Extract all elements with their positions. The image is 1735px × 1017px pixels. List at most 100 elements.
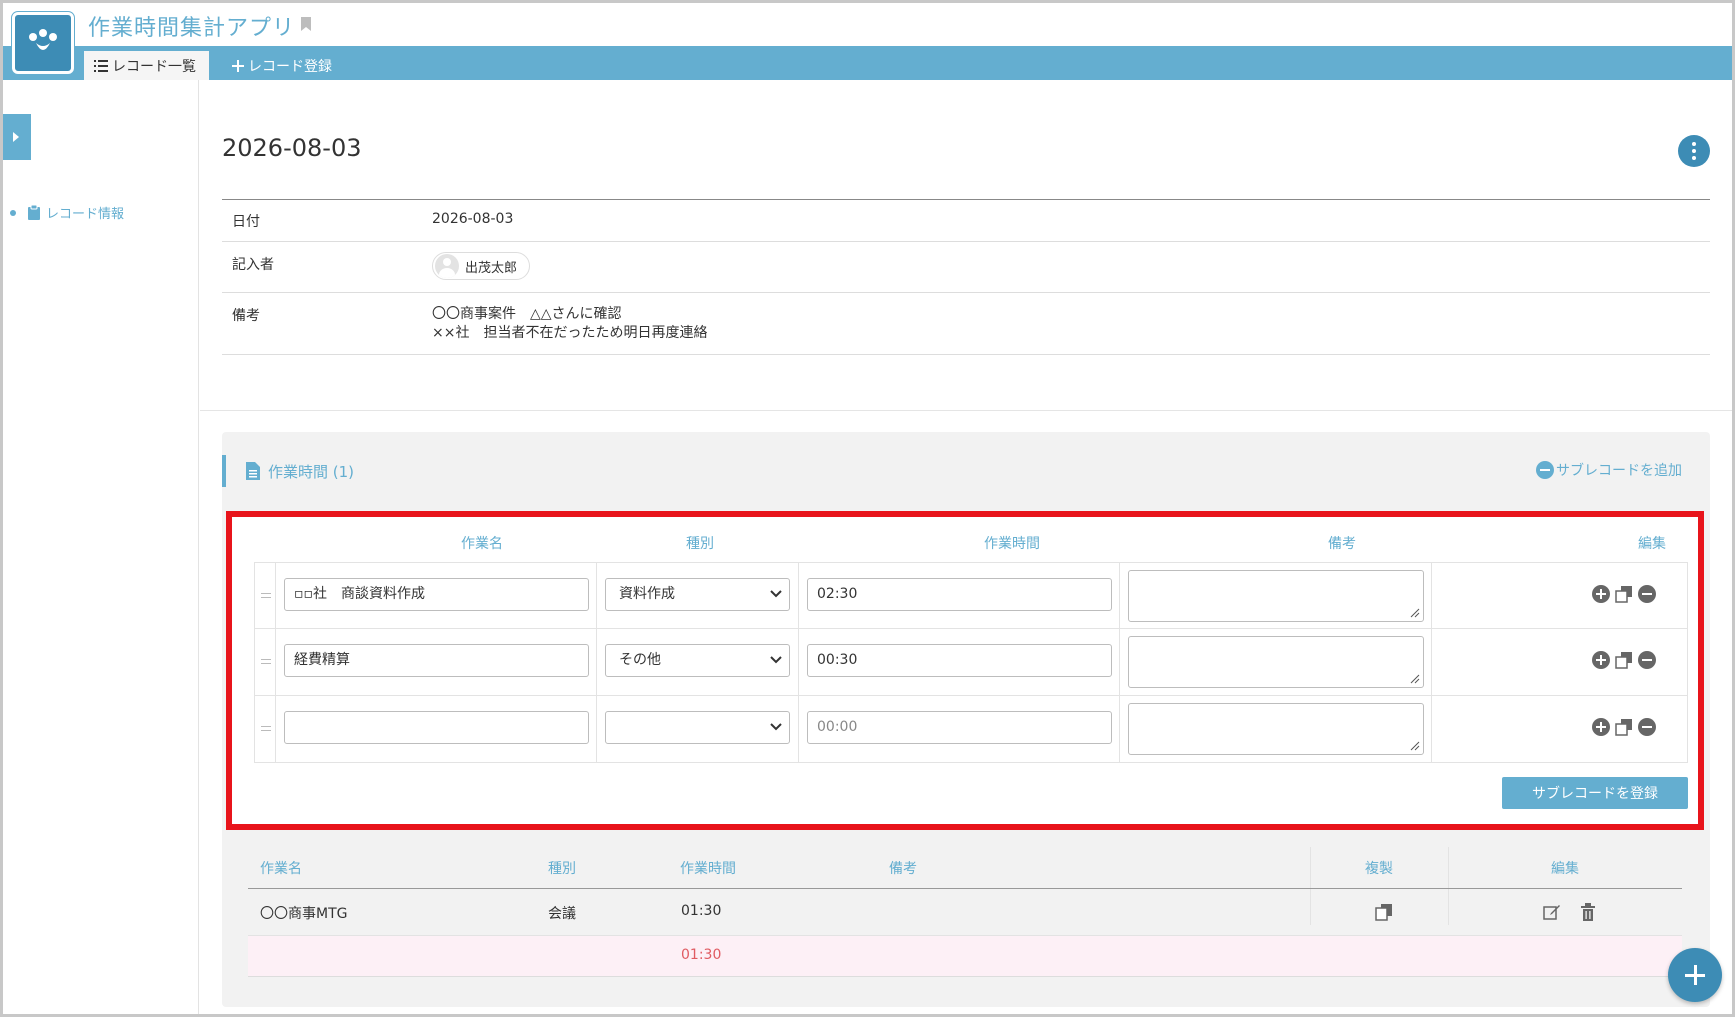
more-options-icon[interactable] [1678, 135, 1710, 167]
add-subrecord-button[interactable]: サブレコードを追加 [1536, 460, 1682, 480]
column-header: 編集 [1551, 861, 1579, 877]
field-row-date: 日付 2026-08-03 [222, 200, 1710, 242]
chevron-down-icon [770, 723, 782, 731]
avatar [435, 254, 459, 278]
fab-add-button[interactable] [1668, 948, 1722, 1002]
plus-icon [232, 59, 244, 72]
field-value-author: 出茂太郎 [432, 252, 531, 282]
task-note-textarea[interactable] [1128, 570, 1424, 622]
row-actions [1589, 718, 1659, 736]
column-header: 種別 [548, 861, 576, 877]
remove-row-icon[interactable] [1638, 718, 1656, 736]
add-row-icon[interactable] [1592, 718, 1610, 736]
column-header: 備考 [1328, 536, 1356, 552]
task-time-input[interactable]: 00:00 [807, 711, 1112, 744]
column-header: 備考 [889, 861, 917, 877]
app-logo[interactable] [12, 12, 74, 74]
subrecord-edit-panel: 作業名 種別 作業時間 備考 編集 ▫▫社 商談資料作成 資料作成 02:30 … [226, 511, 1704, 830]
subrecord-edit-row: 経費精算 その他 00:30 [254, 629, 1688, 696]
tab-record-add[interactable]: レコード登録 [222, 51, 342, 80]
task-type-value: 資料作成 [619, 586, 675, 602]
table-cell-name: 〇〇商事MTG [260, 906, 348, 922]
column-header: 種別 [686, 536, 714, 552]
add-row-icon[interactable] [1592, 651, 1610, 669]
total-row: 01:30 [248, 936, 1682, 977]
subrecord-edit-row: ▫▫社 商談資料作成 資料作成 02:30 [254, 562, 1688, 629]
column-header: 作業名 [461, 536, 503, 552]
field-label: 備考 [232, 308, 260, 324]
resize-handle-icon [1410, 608, 1420, 618]
resize-handle-icon [1410, 741, 1420, 751]
drag-handle-icon[interactable] [261, 726, 271, 734]
table-cell-time: 01:30 [681, 903, 722, 919]
submit-subrecord-button[interactable]: サブレコードを登録 [1502, 777, 1688, 809]
task-note-textarea[interactable] [1128, 703, 1424, 755]
task-name-input[interactable]: ▫▫社 商談資料作成 [284, 578, 589, 611]
field-label: 日付 [232, 214, 260, 230]
document-icon [246, 462, 260, 480]
tab-record-list-label: レコード一覧 [112, 58, 196, 75]
tab-record-add-label: レコード登録 [248, 58, 332, 75]
copy-row-icon[interactable] [1615, 718, 1633, 736]
user-name: 出茂太郎 [465, 260, 518, 276]
trash-icon[interactable] [1580, 903, 1596, 921]
task-type-select[interactable]: その他 [605, 644, 790, 677]
table-cell-type: 会議 [548, 906, 576, 922]
subtable-heading-label: 作業時間 (1) [268, 462, 355, 481]
drag-handle-icon[interactable] [261, 593, 271, 601]
remove-circle-icon [1536, 461, 1554, 479]
record-fields: 日付 2026-08-03 記入者 出茂太郎 備考 〇〇商事案件 △△さんに確認… [222, 199, 1710, 355]
column-header: 作業時間 [680, 861, 736, 877]
row-actions [1589, 585, 1659, 603]
add-row-icon[interactable] [1592, 585, 1610, 603]
tab-record-list[interactable]: レコード一覧 [84, 51, 209, 80]
task-type-select[interactable] [605, 711, 790, 744]
field-value-date: 2026-08-03 [432, 211, 514, 227]
app-title[interactable]: 作業時間集計アプリ [88, 10, 295, 42]
user-chip[interactable]: 出茂太郎 [432, 252, 531, 280]
column-header: 作業名 [260, 861, 302, 877]
chevron-down-icon [770, 656, 782, 664]
total-time: 01:30 [681, 947, 722, 963]
field-row-note: 備考 〇〇商事案件 △△さんに確認 ××社 担当者不在だったため明日再度連絡 [222, 293, 1710, 355]
duplicate-icon[interactable] [1375, 903, 1393, 921]
edit-icon[interactable] [1543, 903, 1561, 921]
task-name-input[interactable]: 経費精算 [284, 644, 589, 677]
column-header: 編集 [1638, 536, 1666, 552]
copy-row-icon[interactable] [1615, 651, 1633, 669]
field-value-note: 〇〇商事案件 △△さんに確認 ××社 担当者不在だったため明日再度連絡 [432, 305, 707, 343]
chevron-right-icon [13, 132, 19, 142]
app-logo-icon [29, 29, 57, 50]
sidebar-item-label: レコード情報 [46, 207, 125, 222]
sidebar-toggle-button[interactable] [3, 114, 31, 160]
task-name-input[interactable] [284, 711, 589, 744]
sidebar-item-record-info[interactable]: レコード情報 [10, 203, 124, 222]
remove-row-icon[interactable] [1638, 585, 1656, 603]
divider [200, 410, 1732, 411]
note-line: 〇〇商事案件 △△さんに確認 [432, 306, 622, 322]
row-actions [1589, 651, 1659, 669]
task-type-select[interactable]: 資料作成 [605, 578, 790, 611]
resize-handle-icon [1410, 674, 1420, 684]
record-title: 2026-08-03 [222, 134, 362, 162]
task-note-textarea[interactable] [1128, 636, 1424, 688]
drag-handle-icon[interactable] [261, 659, 271, 667]
task-time-input[interactable]: 02:30 [807, 578, 1112, 611]
bookmark-icon[interactable] [300, 16, 312, 32]
task-time-input[interactable]: 00:30 [807, 644, 1112, 677]
field-row-author: 記入者 出茂太郎 [222, 242, 1710, 293]
clipboard-icon [28, 205, 40, 220]
chevron-down-icon [770, 590, 782, 598]
copy-row-icon[interactable] [1615, 585, 1633, 603]
bullet-icon [10, 209, 16, 216]
field-label: 記入者 [232, 257, 274, 273]
subtable-heading: 作業時間 (1) [222, 455, 354, 487]
subrecord-edit-row: 00:00 [254, 696, 1688, 763]
remove-row-icon[interactable] [1638, 651, 1656, 669]
add-subrecord-label: サブレコードを追加 [1556, 463, 1682, 479]
column-header: 作業時間 [984, 536, 1040, 552]
task-type-value: その他 [619, 652, 661, 668]
column-header: 複製 [1365, 861, 1393, 877]
note-line: ××社 担当者不在だったため明日再度連絡 [432, 325, 708, 341]
list-icon [94, 59, 108, 72]
